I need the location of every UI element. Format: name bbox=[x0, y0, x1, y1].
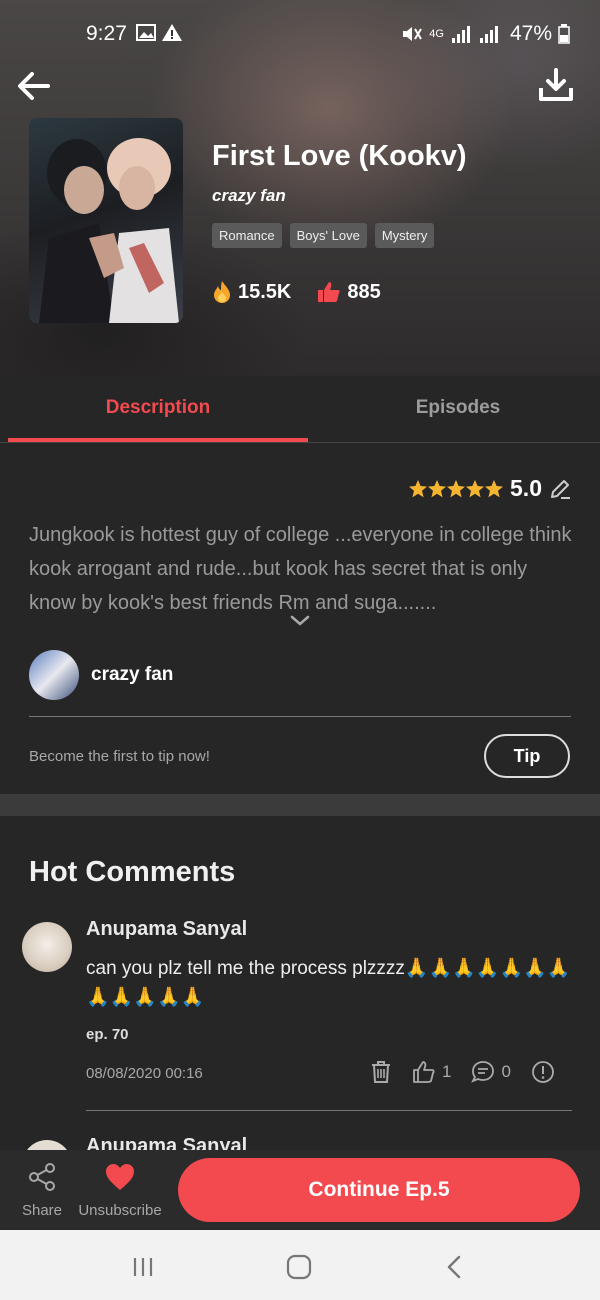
status-bar: 9:27 4G 47% bbox=[0, 14, 600, 54]
book-author[interactable]: crazy fan bbox=[212, 186, 286, 206]
tip-button[interactable]: Tip bbox=[484, 734, 570, 778]
download-icon[interactable] bbox=[536, 66, 576, 106]
system-back-icon[interactable] bbox=[440, 1252, 470, 1282]
tag-boys-love[interactable]: Boys' Love bbox=[289, 223, 367, 248]
author-row[interactable]: crazy fan bbox=[29, 650, 173, 700]
signal-icon bbox=[451, 26, 498, 43]
likes-count: 885 bbox=[347, 280, 381, 303]
hot-comments-title: Hot Comments bbox=[29, 856, 236, 888]
bottom-action-bar: Share Unsubscribe Continue Ep.5 bbox=[0, 1150, 600, 1230]
battery-icon bbox=[558, 24, 570, 44]
home-icon[interactable] bbox=[284, 1252, 314, 1282]
tip-prompt: Become the first to tip now! bbox=[29, 748, 210, 765]
recent-apps-icon[interactable] bbox=[128, 1252, 158, 1282]
tab-description[interactable]: Description bbox=[8, 376, 308, 442]
tag-romance[interactable]: Romance bbox=[212, 223, 282, 248]
comment-actions: 1 0 bbox=[370, 1060, 555, 1084]
genre-tags: Romance Boys' Love Mystery bbox=[212, 223, 435, 248]
rating-group: 5.0 bbox=[408, 475, 572, 502]
author-name[interactable]: crazy fan bbox=[91, 664, 173, 686]
share-label: Share bbox=[21, 1202, 63, 1219]
divider bbox=[86, 1110, 572, 1111]
book-title: First Love (Kookv) bbox=[212, 140, 467, 172]
comment-like-count: 1 bbox=[442, 1062, 452, 1081]
report-info-icon[interactable] bbox=[531, 1060, 555, 1084]
edit-pencil-icon[interactable] bbox=[548, 477, 572, 501]
tag-mystery[interactable]: Mystery bbox=[374, 223, 435, 248]
status-notification-icons bbox=[136, 22, 188, 50]
unsubscribe-button[interactable]: Unsubscribe bbox=[76, 1162, 164, 1219]
comment-author[interactable]: Anupama Sanyal bbox=[86, 918, 247, 941]
cover-illustration bbox=[39, 138, 179, 323]
comment-reply-count: 0 bbox=[501, 1062, 511, 1081]
status-right-group: 4G 47% bbox=[401, 22, 570, 46]
likes-stat: 885 bbox=[317, 280, 381, 304]
system-navigation-bar bbox=[0, 1230, 600, 1300]
five-stars-icon bbox=[409, 479, 504, 497]
tab-episodes[interactable]: Episodes bbox=[308, 376, 600, 442]
views-count: 15.5K bbox=[238, 280, 292, 303]
back-arrow-icon[interactable] bbox=[14, 66, 54, 106]
network-type: 4G bbox=[429, 28, 444, 40]
comment-text: can you plz tell me the process plzzzz🙏🙏… bbox=[86, 958, 571, 1008]
comment-episode[interactable]: ep. 70 bbox=[86, 1026, 129, 1043]
comment-date: 08/08/2020 00:16 bbox=[86, 1065, 203, 1082]
book-header: 9:27 4G 47% First Love (Kookv) crazy fan… bbox=[0, 0, 600, 376]
status-time: 9:27 bbox=[86, 22, 127, 45]
mute-icon bbox=[403, 27, 423, 41]
share-icon bbox=[29, 1163, 55, 1191]
share-button[interactable]: Share bbox=[20, 1162, 64, 1219]
rating-value: 5.0 bbox=[510, 475, 542, 501]
comment-avatar[interactable] bbox=[22, 922, 72, 972]
thumbs-up-outline-icon bbox=[413, 1061, 435, 1083]
comment-reply[interactable]: 0 bbox=[471, 1060, 511, 1084]
battery-percentage: 47% bbox=[509, 22, 552, 45]
heart-icon bbox=[106, 1164, 134, 1190]
thumbs-up-icon bbox=[318, 282, 341, 302]
divider bbox=[29, 716, 571, 717]
views-stat: 15.5K bbox=[212, 280, 291, 304]
unsubscribe-label: Unsubscribe bbox=[78, 1202, 162, 1219]
section-separator bbox=[0, 794, 600, 816]
gallery-warning-icons bbox=[136, 24, 182, 41]
tab-bar: Description Episodes bbox=[0, 376, 600, 443]
author-avatar[interactable] bbox=[29, 650, 79, 700]
reply-bubble-icon bbox=[471, 1061, 495, 1083]
comment-like[interactable]: 1 bbox=[412, 1061, 451, 1083]
continue-reading-button[interactable]: Continue Ep.5 bbox=[178, 1158, 580, 1222]
chevron-down-icon[interactable] bbox=[288, 614, 312, 628]
trash-icon[interactable] bbox=[370, 1060, 392, 1084]
book-cover-image[interactable] bbox=[29, 118, 183, 323]
fire-icon bbox=[214, 281, 230, 303]
book-stats: 15.5K 885 bbox=[212, 280, 381, 304]
description-text: Jungkook is hottest guy of college ...ev… bbox=[29, 524, 572, 614]
